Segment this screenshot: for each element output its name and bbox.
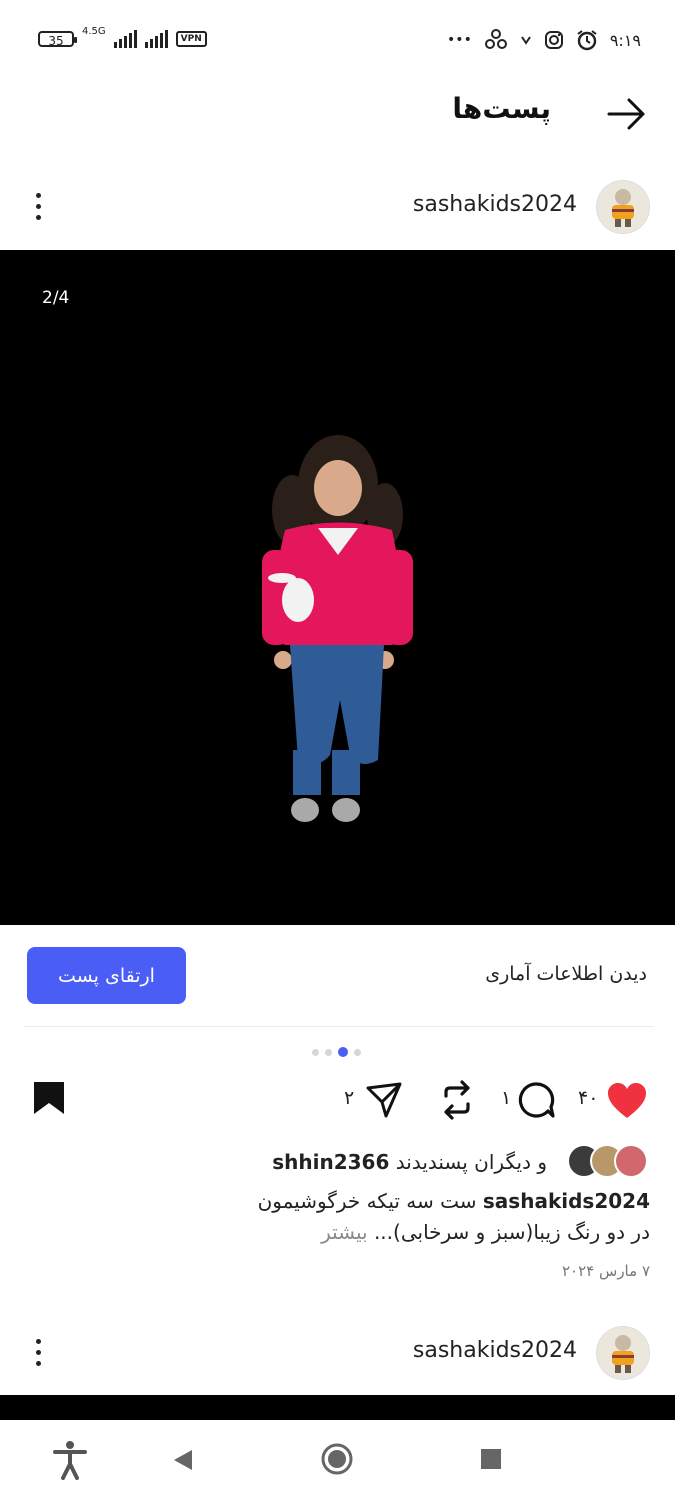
- accessibility-icon[interactable]: [52, 1440, 88, 1480]
- system-nav-bar: [0, 1420, 675, 1500]
- divider: [24, 1026, 654, 1027]
- app-notification-icon: [484, 29, 507, 49]
- next-post-media[interactable]: [0, 1395, 675, 1420]
- repost-icon[interactable]: [438, 1080, 476, 1120]
- next-post-username[interactable]: sashakids2024: [413, 1338, 577, 1363]
- vpn-badge: VPN: [175, 31, 207, 47]
- image-counter: 2/4: [42, 288, 70, 308]
- post-username[interactable]: sashakids2024: [413, 192, 577, 217]
- more-options-icon[interactable]: [34, 193, 42, 220]
- alarm-icon: [577, 30, 597, 51]
- status-bar: 35 4.5G VPN ••• ۹:۱۹: [0, 0, 675, 80]
- nav-recents-icon[interactable]: [480, 1448, 502, 1470]
- instagram-icon: [544, 31, 563, 49]
- carousel-indicator: [312, 1047, 361, 1057]
- post-photo: [0, 250, 675, 925]
- carousel-dot-active: [338, 1047, 348, 1057]
- nav-back-icon[interactable]: [172, 1448, 194, 1472]
- page-title: پست‌ها: [452, 92, 551, 125]
- avatar[interactable]: [596, 1326, 650, 1380]
- back-arrow-icon[interactable]: [607, 94, 647, 134]
- shares-count: ۲: [344, 1087, 355, 1109]
- post-media[interactable]: [0, 250, 675, 925]
- comment-icon[interactable]: [516, 1080, 556, 1120]
- status-left: 35 4.5G VPN: [38, 26, 207, 48]
- caption-more-link[interactable]: بیشتر: [321, 1220, 368, 1244]
- liker-avatar: [614, 1144, 648, 1178]
- heart-icon[interactable]: [606, 1082, 648, 1120]
- comments-count: ۱: [501, 1087, 512, 1109]
- avatar-image: [597, 181, 649, 233]
- caption-username[interactable]: sashakids2024: [483, 1189, 650, 1213]
- chevron-down-icon: [520, 36, 531, 45]
- liked-by-text: و دیگران پسندیدند shhin2366: [272, 1150, 547, 1174]
- liked-by-user[interactable]: shhin2366: [272, 1150, 389, 1174]
- post-date: ۷ مارس ۲۰۲۴: [562, 1262, 650, 1280]
- more-options-icon[interactable]: [34, 1339, 42, 1366]
- promote-post-button[interactable]: ارتقای پست: [27, 947, 186, 1004]
- signal-icon: [144, 30, 168, 48]
- post-caption: sashakids2024 ست سه تیکه خرگوشیمون در دو…: [230, 1186, 650, 1248]
- more-notifications-icon: •••: [447, 32, 472, 48]
- network-type: 4.5G: [82, 25, 106, 37]
- caption-text-line2: در دو رنگ زیبا(سبز و سرخابی)...: [373, 1220, 650, 1244]
- liked-by-suffix: و دیگران پسندیدند: [395, 1150, 547, 1174]
- clock: ۹:۱۹: [609, 30, 641, 50]
- caption-text-line1: ست سه تیکه خرگوشیمون: [257, 1189, 477, 1213]
- carousel-dot: [312, 1048, 319, 1056]
- nav-home-icon[interactable]: [320, 1442, 354, 1476]
- view-stats-link[interactable]: دیدن اطلاعات آماری: [485, 963, 647, 985]
- status-right: ••• ۹:۱۹: [447, 28, 641, 52]
- avatar[interactable]: [596, 180, 650, 234]
- carousel-dot: [354, 1048, 361, 1056]
- avatar-image: [597, 1327, 649, 1379]
- battery-indicator: 35: [38, 31, 77, 48]
- carousel-dot: [325, 1048, 332, 1056]
- share-icon[interactable]: [364, 1080, 404, 1120]
- bookmark-icon[interactable]: [32, 1080, 66, 1116]
- signal-icon: [113, 30, 137, 48]
- likes-count: ۴۰: [578, 1087, 599, 1109]
